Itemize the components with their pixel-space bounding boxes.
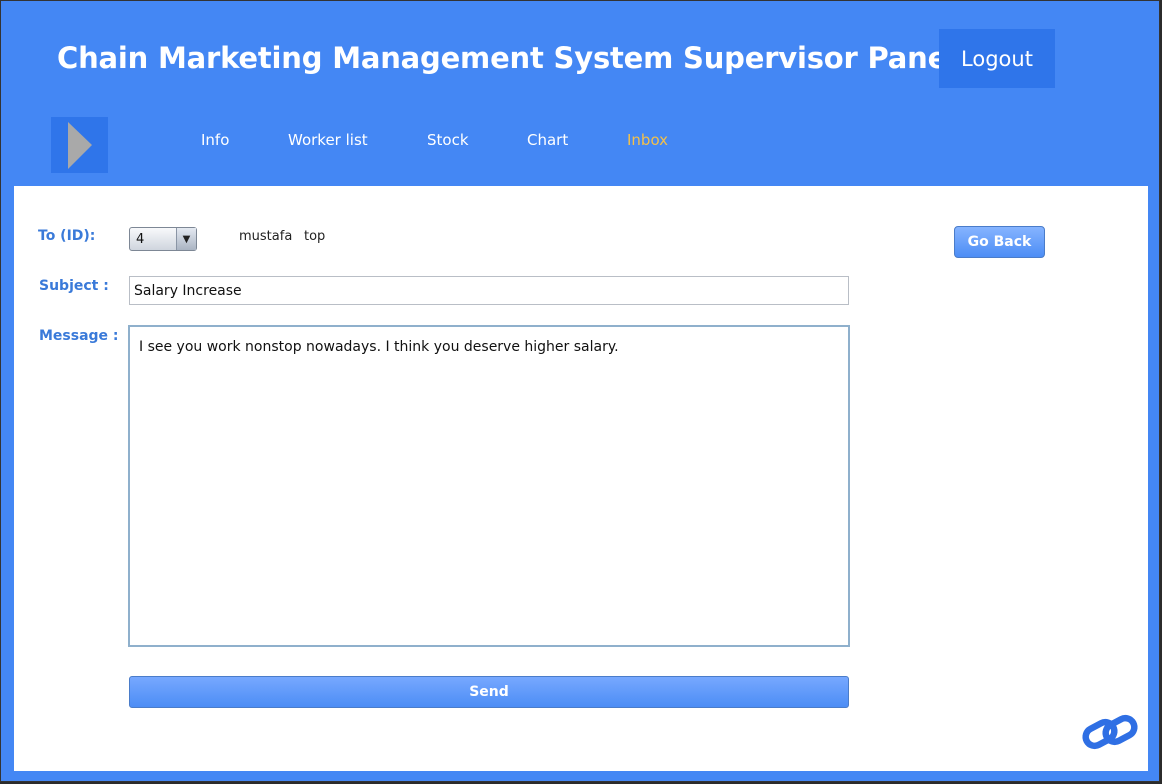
go-back-button[interactable]: Go Back — [954, 226, 1045, 258]
nav-item-stock[interactable]: Stock — [427, 131, 469, 149]
nav-item-info[interactable]: Info — [201, 131, 229, 149]
chain-link-icon[interactable] — [1080, 711, 1140, 755]
menu-toggle-button[interactable] — [51, 117, 108, 173]
subject-input[interactable]: Salary Increase — [129, 276, 849, 305]
message-textarea[interactable]: I see you work nonstop nowadays. I think… — [128, 325, 850, 647]
to-id-label: To (ID): — [38, 228, 96, 244]
app-window: Chain Marketing Management System Superv… — [0, 0, 1160, 782]
send-button[interactable]: Send — [129, 676, 849, 708]
message-label: Message : — [39, 328, 119, 344]
nav-item-chart[interactable]: Chart — [527, 131, 568, 149]
chevron-down-icon[interactable]: ▼ — [176, 228, 196, 250]
page-title: Chain Marketing Management System Superv… — [57, 41, 957, 75]
nav-item-worker-list[interactable]: Worker list — [288, 131, 368, 149]
recipient-last-name: top — [304, 229, 326, 244]
recipient-id-value: 4 — [136, 232, 145, 247]
play-triangle-icon — [68, 122, 92, 169]
nav-item-inbox[interactable]: Inbox — [627, 131, 668, 149]
compose-panel: To (ID): 4 ▼ mustafa top Go Back Subject… — [14, 186, 1148, 771]
recipient-first-name: mustafa — [239, 229, 293, 244]
recipient-id-select[interactable]: 4 ▼ — [129, 227, 197, 251]
subject-label: Subject : — [39, 278, 109, 294]
logout-button[interactable]: Logout — [939, 29, 1055, 88]
